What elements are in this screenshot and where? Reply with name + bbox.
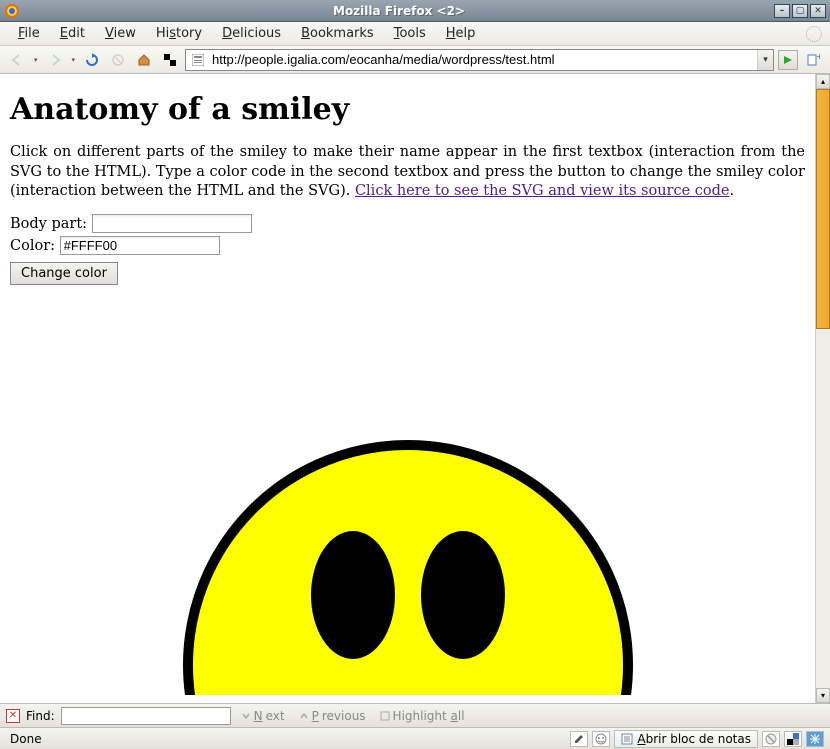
find-next-rest: ext <box>266 709 285 723</box>
menu-bar: File Edit View History Delicious Bookmar… <box>0 22 830 46</box>
close-button[interactable]: ✕ <box>810 4 826 18</box>
minimize-button[interactable]: – <box>774 4 790 18</box>
color-label: Color: <box>10 238 55 254</box>
find-bar: ✕ Find: Next Previous Highlight all <box>0 703 830 727</box>
bookmark-add-icon[interactable]: + <box>802 50 824 70</box>
forward-dropdown[interactable]: ▾ <box>70 56 78 64</box>
menu-view[interactable]: View <box>95 24 146 43</box>
find-next-button[interactable]: Next <box>237 709 289 723</box>
bodypart-input[interactable] <box>92 214 252 233</box>
smiley-face[interactable] <box>188 445 628 695</box>
notepad-button[interactable]: Abrir bloc de notas <box>614 730 758 748</box>
color-row: Color: <box>10 236 805 255</box>
status-text: Done <box>6 732 566 746</box>
reload-button[interactable] <box>81 50 103 70</box>
back-button[interactable] <box>6 50 28 70</box>
notepad-rest: brir bloc de notas <box>646 732 751 746</box>
firefox-icon <box>4 3 20 19</box>
scroll-track[interactable] <box>816 89 830 688</box>
home-button[interactable] <box>133 50 155 70</box>
find-prev-rest: revious <box>322 709 366 723</box>
source-code-link[interactable]: Click here to see the SVG and view its s… <box>355 183 730 199</box>
stop-button[interactable] <box>107 50 129 70</box>
arrow-up-icon <box>299 711 309 721</box>
color-input[interactable] <box>60 236 220 255</box>
notepad-icon <box>621 733 633 745</box>
smiley-right-eye[interactable] <box>421 531 505 659</box>
bodypart-label: Body part: <box>10 216 87 232</box>
find-input[interactable] <box>61 707 231 725</box>
highlight-icon <box>380 711 390 721</box>
menu-edit[interactable]: Edit <box>50 24 95 43</box>
status-edit-icon[interactable] <box>570 731 588 747</box>
url-input[interactable] <box>210 50 757 69</box>
window-titlebar: Mozilla Firefox <2> – ▢ ✕ <box>0 0 830 22</box>
change-color-button[interactable]: Change color <box>10 262 118 285</box>
status-bar: Done Abrir bloc de notas <box>0 727 830 749</box>
status-smiley-icon[interactable] <box>592 731 610 747</box>
status-snowflake-icon[interactable] <box>806 731 824 747</box>
back-dropdown[interactable]: ▾ <box>32 56 40 64</box>
navigation-toolbar: ▾ ▾ ▾ + <box>0 46 830 74</box>
menu-delicious[interactable]: Delicious <box>212 24 291 43</box>
url-history-dropdown[interactable]: ▾ <box>757 50 773 70</box>
maximize-button[interactable]: ▢ <box>792 4 808 18</box>
forward-button[interactable] <box>44 50 66 70</box>
delicious-toolbar-icon[interactable] <box>159 50 181 70</box>
go-button[interactable] <box>778 50 798 70</box>
menu-file[interactable]: File <box>8 24 50 43</box>
scroll-thumb[interactable] <box>816 89 830 329</box>
vertical-scrollbar[interactable]: ▴ ▾ <box>815 74 830 703</box>
smiley-left-eye[interactable] <box>311 531 395 659</box>
findbar-close-button[interactable]: ✕ <box>6 709 20 723</box>
url-bar[interactable]: ▾ <box>185 49 774 71</box>
menu-history[interactable]: History <box>146 24 212 43</box>
intro-period: . <box>730 183 735 199</box>
smiley-svg[interactable] <box>10 385 805 699</box>
find-label: Find: <box>26 709 55 723</box>
page-heading: Anatomy of a smiley <box>10 92 805 127</box>
window-title: Mozilla Firefox <2> <box>26 4 772 18</box>
highlight-all-button[interactable]: Highlight all <box>376 709 469 723</box>
svg-text:+: + <box>816 53 820 61</box>
scroll-up-button[interactable]: ▴ <box>816 74 830 89</box>
arrow-down-icon <box>241 711 251 721</box>
page-content: Anatomy of a smiley Click on different p… <box>0 74 815 703</box>
page-favicon <box>190 52 206 68</box>
menu-help[interactable]: Help <box>436 24 486 43</box>
find-previous-button[interactable]: Previous <box>295 709 370 723</box>
throbber-icon <box>806 26 822 42</box>
bodypart-row: Body part: <box>10 214 805 233</box>
intro-paragraph: Click on different parts of the smiley t… <box>10 143 805 202</box>
menu-bookmarks[interactable]: Bookmarks <box>291 24 384 43</box>
scroll-down-button[interactable]: ▾ <box>816 688 830 703</box>
content-area: Anatomy of a smiley Click on different p… <box>0 74 830 703</box>
menu-tools[interactable]: Tools <box>384 24 436 43</box>
status-noscript-icon[interactable] <box>762 731 780 747</box>
status-delicious-icon[interactable] <box>784 731 802 747</box>
